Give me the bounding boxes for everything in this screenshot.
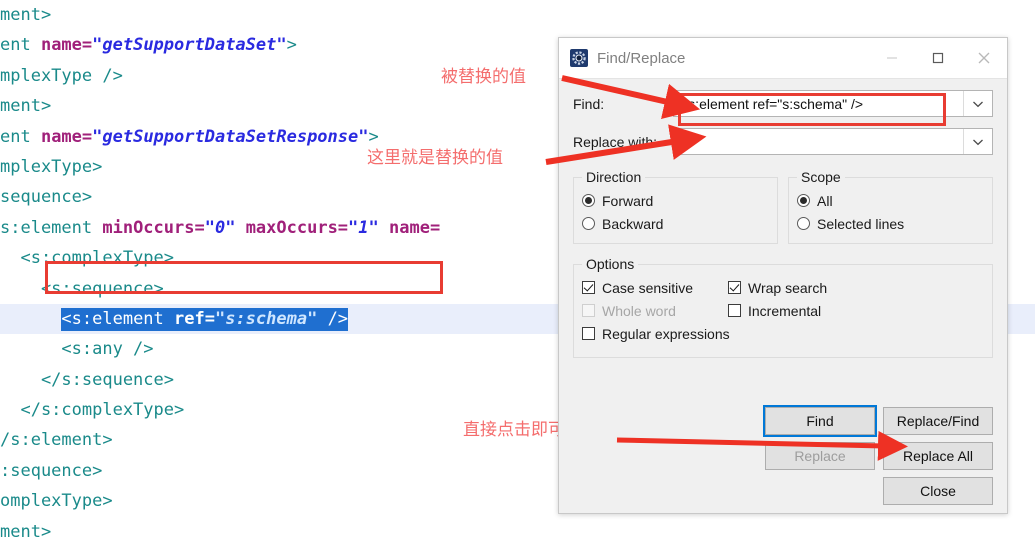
radio-forward-indicator	[582, 194, 595, 207]
find-label: Find:	[573, 95, 605, 112]
radio-backward-label: Backward	[602, 215, 664, 232]
replace-label: Replace with:	[573, 133, 658, 150]
radio-all[interactable]: All	[797, 189, 984, 212]
checkbox-whole-word: Whole word	[582, 299, 728, 322]
radio-forward[interactable]: Forward	[582, 189, 769, 212]
gear-icon	[570, 49, 588, 67]
radio-all-label: All	[817, 192, 833, 209]
checkbox-case-sensitive[interactable]: Case sensitive	[582, 276, 728, 299]
replace-button[interactable]: Replace	[765, 442, 875, 470]
radio-backward[interactable]: Backward	[582, 212, 769, 235]
annotation-replaced-value: 被替换的值	[441, 67, 526, 87]
find-replace-dialog: Find/Replace Find: Replace with:	[558, 37, 1008, 514]
checkbox-incremental-indicator	[728, 304, 741, 317]
direction-legend: Direction	[586, 169, 642, 185]
replace-row: Replace with:	[573, 128, 993, 155]
replace-all-button[interactable]: Replace All	[883, 442, 993, 470]
checkbox-whole-word-indicator	[582, 304, 595, 317]
direction-scope-groups: Direction Forward Backward Scope All Sel…	[573, 169, 993, 244]
scope-legend: Scope	[801, 169, 841, 185]
radio-selected-lines[interactable]: Selected lines	[797, 212, 984, 235]
checkbox-wrap-search[interactable]: Wrap search	[728, 276, 827, 299]
scope-group: Scope All Selected lines	[788, 169, 993, 244]
radio-selected-lines-label: Selected lines	[817, 215, 905, 232]
find-chevron-down-icon[interactable]	[963, 91, 992, 116]
checkbox-case-sensitive-label: Case sensitive	[602, 279, 694, 296]
code-line: ment>	[0, 5, 52, 25]
button-row-2: Replace Replace All	[573, 442, 993, 470]
button-row-1: Find Replace/Find	[573, 405, 993, 437]
radio-selected-lines-indicator	[797, 217, 810, 230]
close-icon[interactable]	[961, 38, 1007, 78]
checkbox-regular-expressions-label: Regular expressions	[602, 325, 730, 342]
find-input[interactable]	[674, 91, 963, 116]
replace-find-button[interactable]: Replace/Find	[883, 407, 993, 435]
minimize-icon[interactable]	[869, 38, 915, 78]
radio-forward-label: Forward	[602, 192, 654, 209]
replace-combobox[interactable]	[673, 128, 993, 155]
checkbox-regular-expressions-indicator	[582, 327, 595, 340]
dialog-titlebar[interactable]: Find/Replace	[559, 38, 1007, 79]
options-row-3: Regular expressions	[582, 322, 984, 345]
maximize-icon[interactable]	[915, 38, 961, 78]
checkbox-case-sensitive-indicator	[582, 281, 595, 294]
button-row-3: Close	[573, 477, 993, 505]
find-row: Find:	[573, 90, 993, 117]
close-button[interactable]: Close	[883, 477, 993, 505]
options-row-2: Whole word Incremental	[582, 299, 984, 322]
options-row-1: Case sensitive Wrap search	[582, 276, 984, 299]
radio-all-indicator	[797, 194, 810, 207]
checkbox-regular-expressions[interactable]: Regular expressions	[582, 322, 730, 345]
annotation-replacement-value: 这里就是替换的值	[367, 148, 503, 168]
checkbox-wrap-search-label: Wrap search	[748, 279, 828, 296]
radio-backward-indicator	[582, 217, 595, 230]
direction-group: Direction Forward Backward	[573, 169, 778, 244]
find-button[interactable]: Find	[763, 405, 877, 437]
code-line: ment>	[0, 521, 52, 542]
checkbox-incremental-label: Incremental	[748, 302, 822, 319]
code-selection: <s:element ref="s:schema" />	[61, 307, 349, 331]
checkbox-whole-word-label: Whole word	[602, 302, 676, 319]
dialog-buttons: Find Replace/Find Replace Replace All Cl…	[559, 400, 1007, 505]
replace-chevron-down-icon[interactable]	[963, 129, 992, 154]
find-combobox[interactable]	[673, 90, 993, 117]
checkbox-wrap-search-indicator	[728, 281, 741, 294]
replace-input[interactable]	[674, 129, 963, 154]
annotation-just-click: 直接点击即可	[463, 420, 565, 440]
options-legend: Options	[586, 256, 635, 272]
dialog-title: Find/Replace	[597, 49, 686, 67]
checkbox-incremental[interactable]: Incremental	[728, 299, 821, 322]
options-group: Options Case sensitive Wrap search Whole…	[573, 256, 993, 358]
